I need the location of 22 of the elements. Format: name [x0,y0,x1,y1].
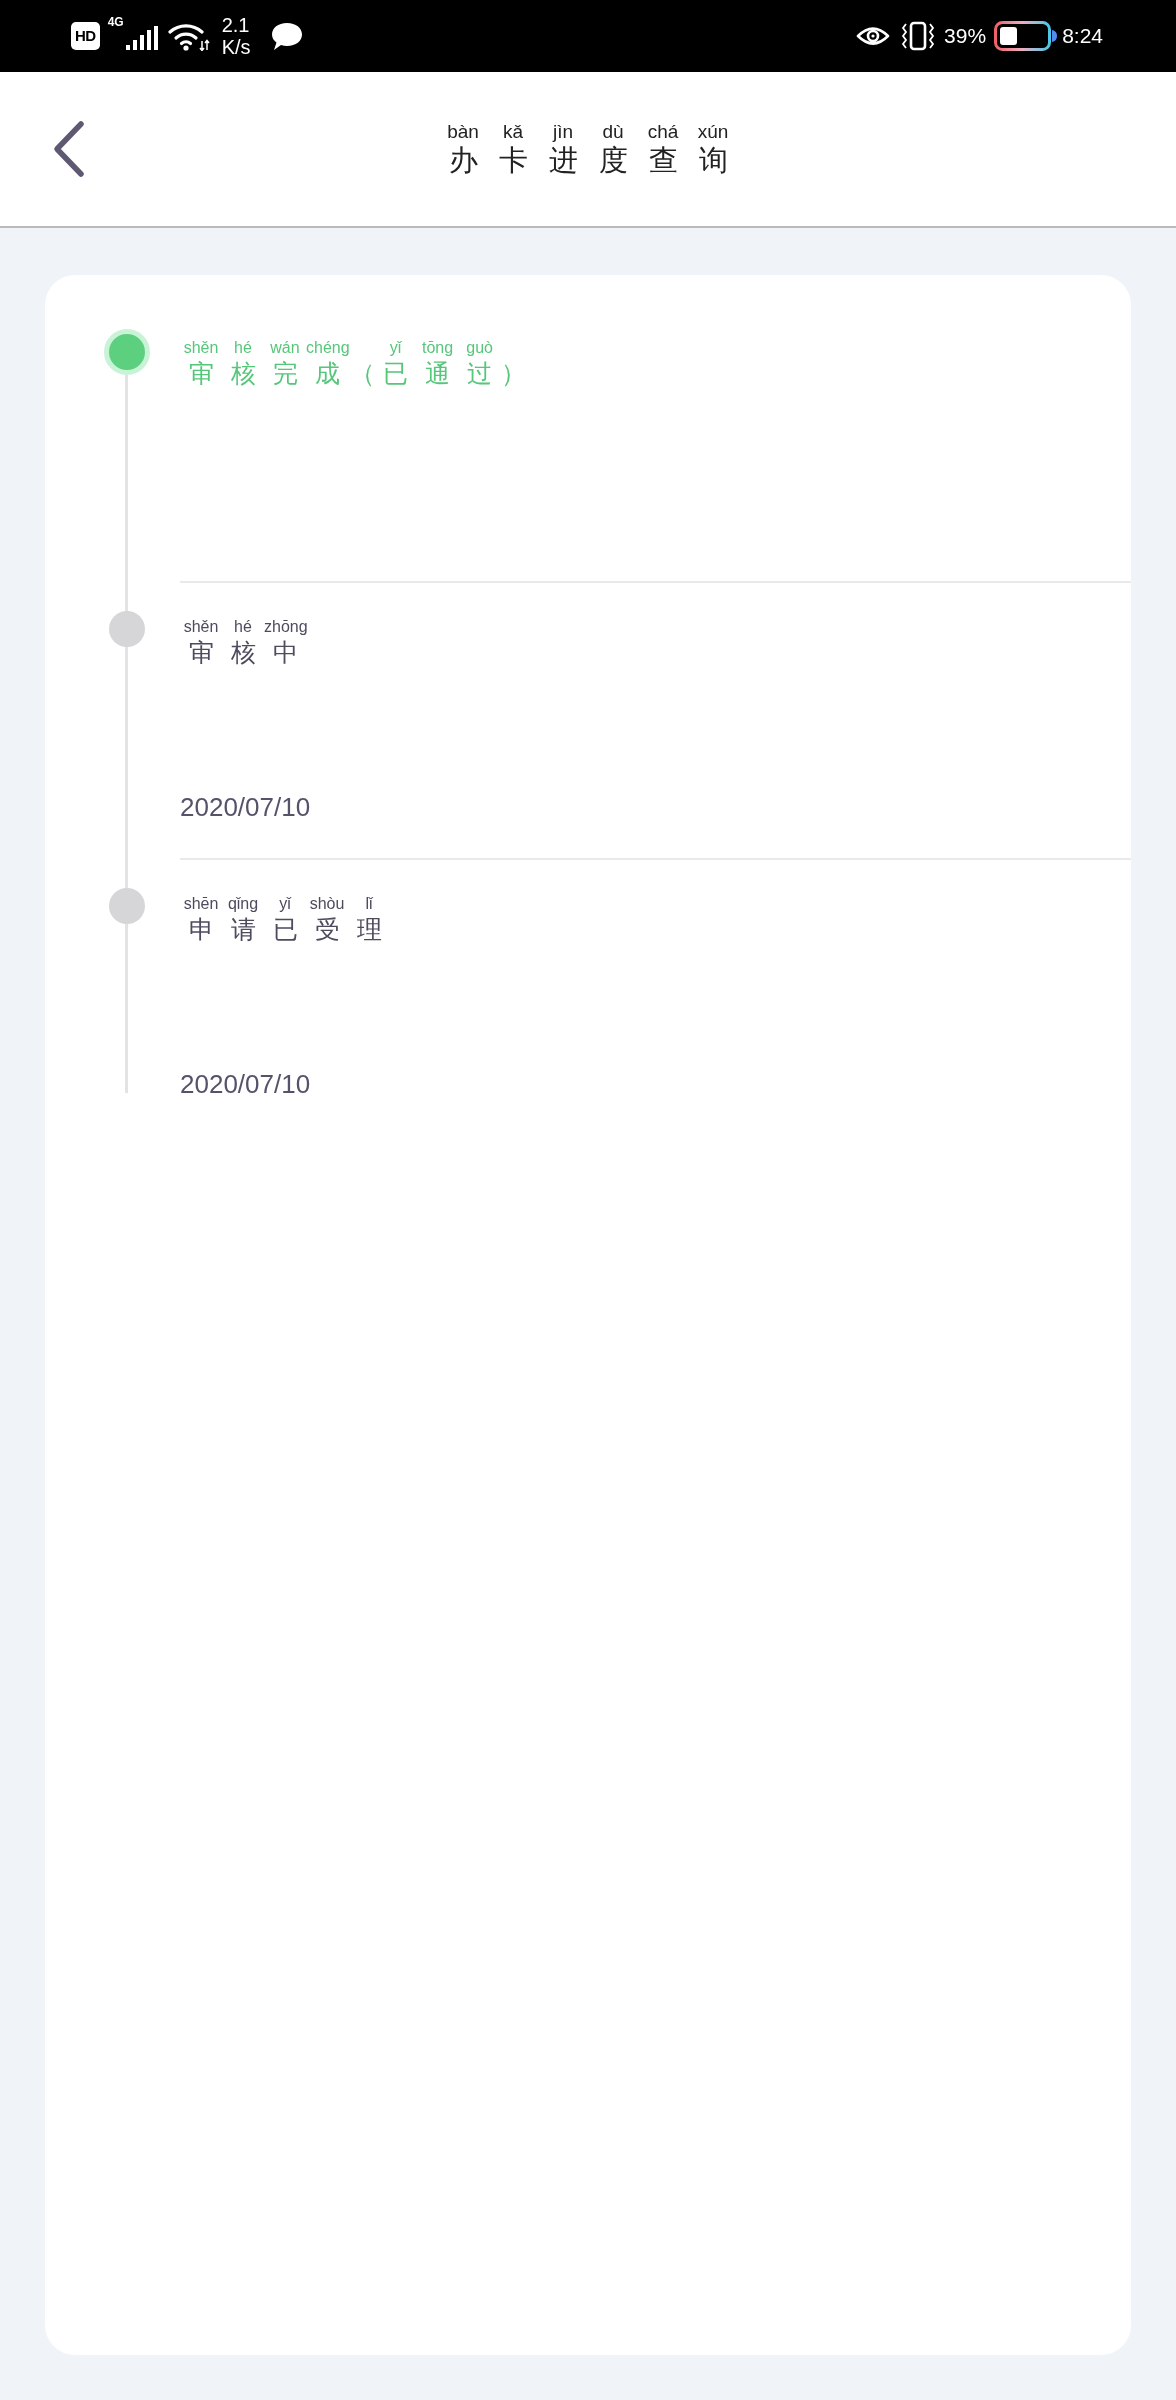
step-pinyin: shěn hé wán chéng yǐ tōng guò [182,338,494,358]
hd-indicator: HD [71,22,100,50]
step-date: 2020/07/10 [180,1069,311,1099]
step-title: 申 请 已 受 理 [187,914,383,944]
step-title: 审 核 完 成 （ 已 通 过 ） [187,358,526,388]
chevron-left-icon [52,120,86,178]
signal-icon [125,26,158,50]
clock-time: 8:24 [1062,23,1103,50]
network-speed-unit: K/s [221,36,251,58]
battery-icon [994,21,1059,51]
battery-percent: 39% [944,23,987,50]
title-pinyin: bàn kǎ jìn dù chá xún [446,121,730,143]
eye-icon [856,24,891,48]
chat-bubble-icon [270,21,303,51]
network-type-label: 4G [107,16,124,28]
page-title: 办 卡 进 度 查 询 [447,143,729,177]
step-pinyin: shěn hé zhōng [182,617,308,637]
step-pinyin: shēn qǐng yǐ shòu lǐ [182,894,374,914]
step-title: 审 核 中 [187,637,300,667]
step-date: 2020/07/10 [180,792,311,822]
wifi-icon [167,21,210,51]
network-speed-value: 2.1 [221,14,251,36]
